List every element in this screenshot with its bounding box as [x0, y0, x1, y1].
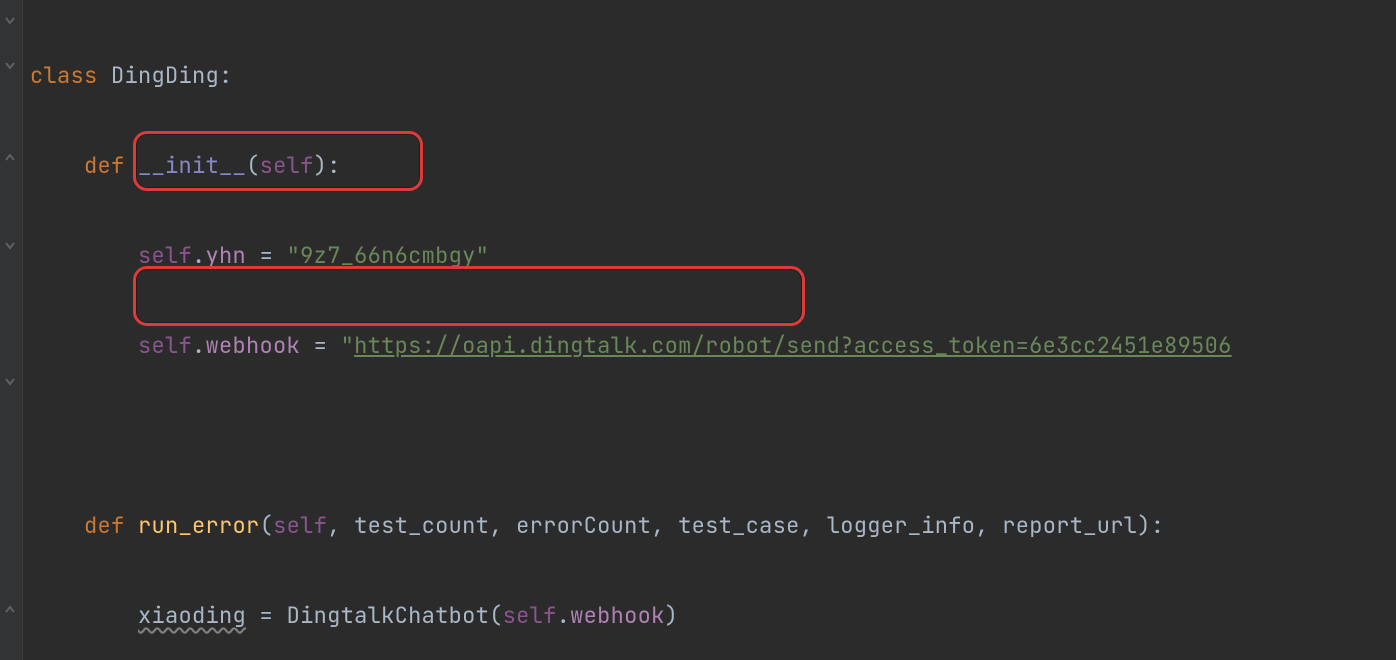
- init-method: __init__: [138, 151, 246, 180]
- param-error-count: errorCount: [516, 511, 651, 540]
- gutter: [0, 0, 23, 660]
- method-run-error: run_error: [138, 511, 260, 540]
- assign-op: =: [300, 331, 341, 360]
- var-xiaoding: xiaoding: [138, 601, 246, 630]
- self-ref: self: [138, 241, 192, 270]
- param-report-url: report_url: [1002, 511, 1137, 540]
- attr-yhn: yhn: [206, 241, 247, 270]
- string-open-quote: ": [341, 331, 355, 360]
- param-logger-info: logger_info: [827, 511, 976, 540]
- code-text[interactable]: class DingDing: def __init__(self): self…: [22, 0, 1396, 660]
- param-test-case: test_case: [678, 511, 800, 540]
- keyword-def: def: [84, 511, 125, 540]
- class-name: DingDing: [111, 61, 219, 90]
- fold-end-icon[interactable]: [3, 602, 17, 616]
- attr-webhook-ref: webhook: [570, 601, 665, 630]
- self-ref: self: [503, 601, 557, 630]
- keyword-def: def: [84, 151, 125, 180]
- code-editor[interactable]: class DingDing: def __init__(self): self…: [0, 0, 1396, 660]
- string-yhn: "9z7_66n6cmbgy": [287, 241, 490, 270]
- attr-webhook: webhook: [206, 331, 301, 360]
- fold-icon[interactable]: [3, 375, 17, 389]
- fold-icon[interactable]: [3, 14, 17, 28]
- self-ref: self: [138, 331, 192, 360]
- fold-end-icon[interactable]: [3, 150, 17, 164]
- keyword-class: class: [30, 61, 98, 90]
- fold-icon[interactable]: [3, 239, 17, 253]
- fold-icon[interactable]: [3, 59, 17, 73]
- dingtalk-chatbot: DingtalkChatbot: [287, 601, 490, 630]
- self-param: self: [260, 151, 314, 180]
- self-param: self: [273, 511, 327, 540]
- webhook-url: https://oapi.dingtalk.com/robot/send?acc…: [354, 331, 1232, 360]
- param-test-count: test_count: [354, 511, 489, 540]
